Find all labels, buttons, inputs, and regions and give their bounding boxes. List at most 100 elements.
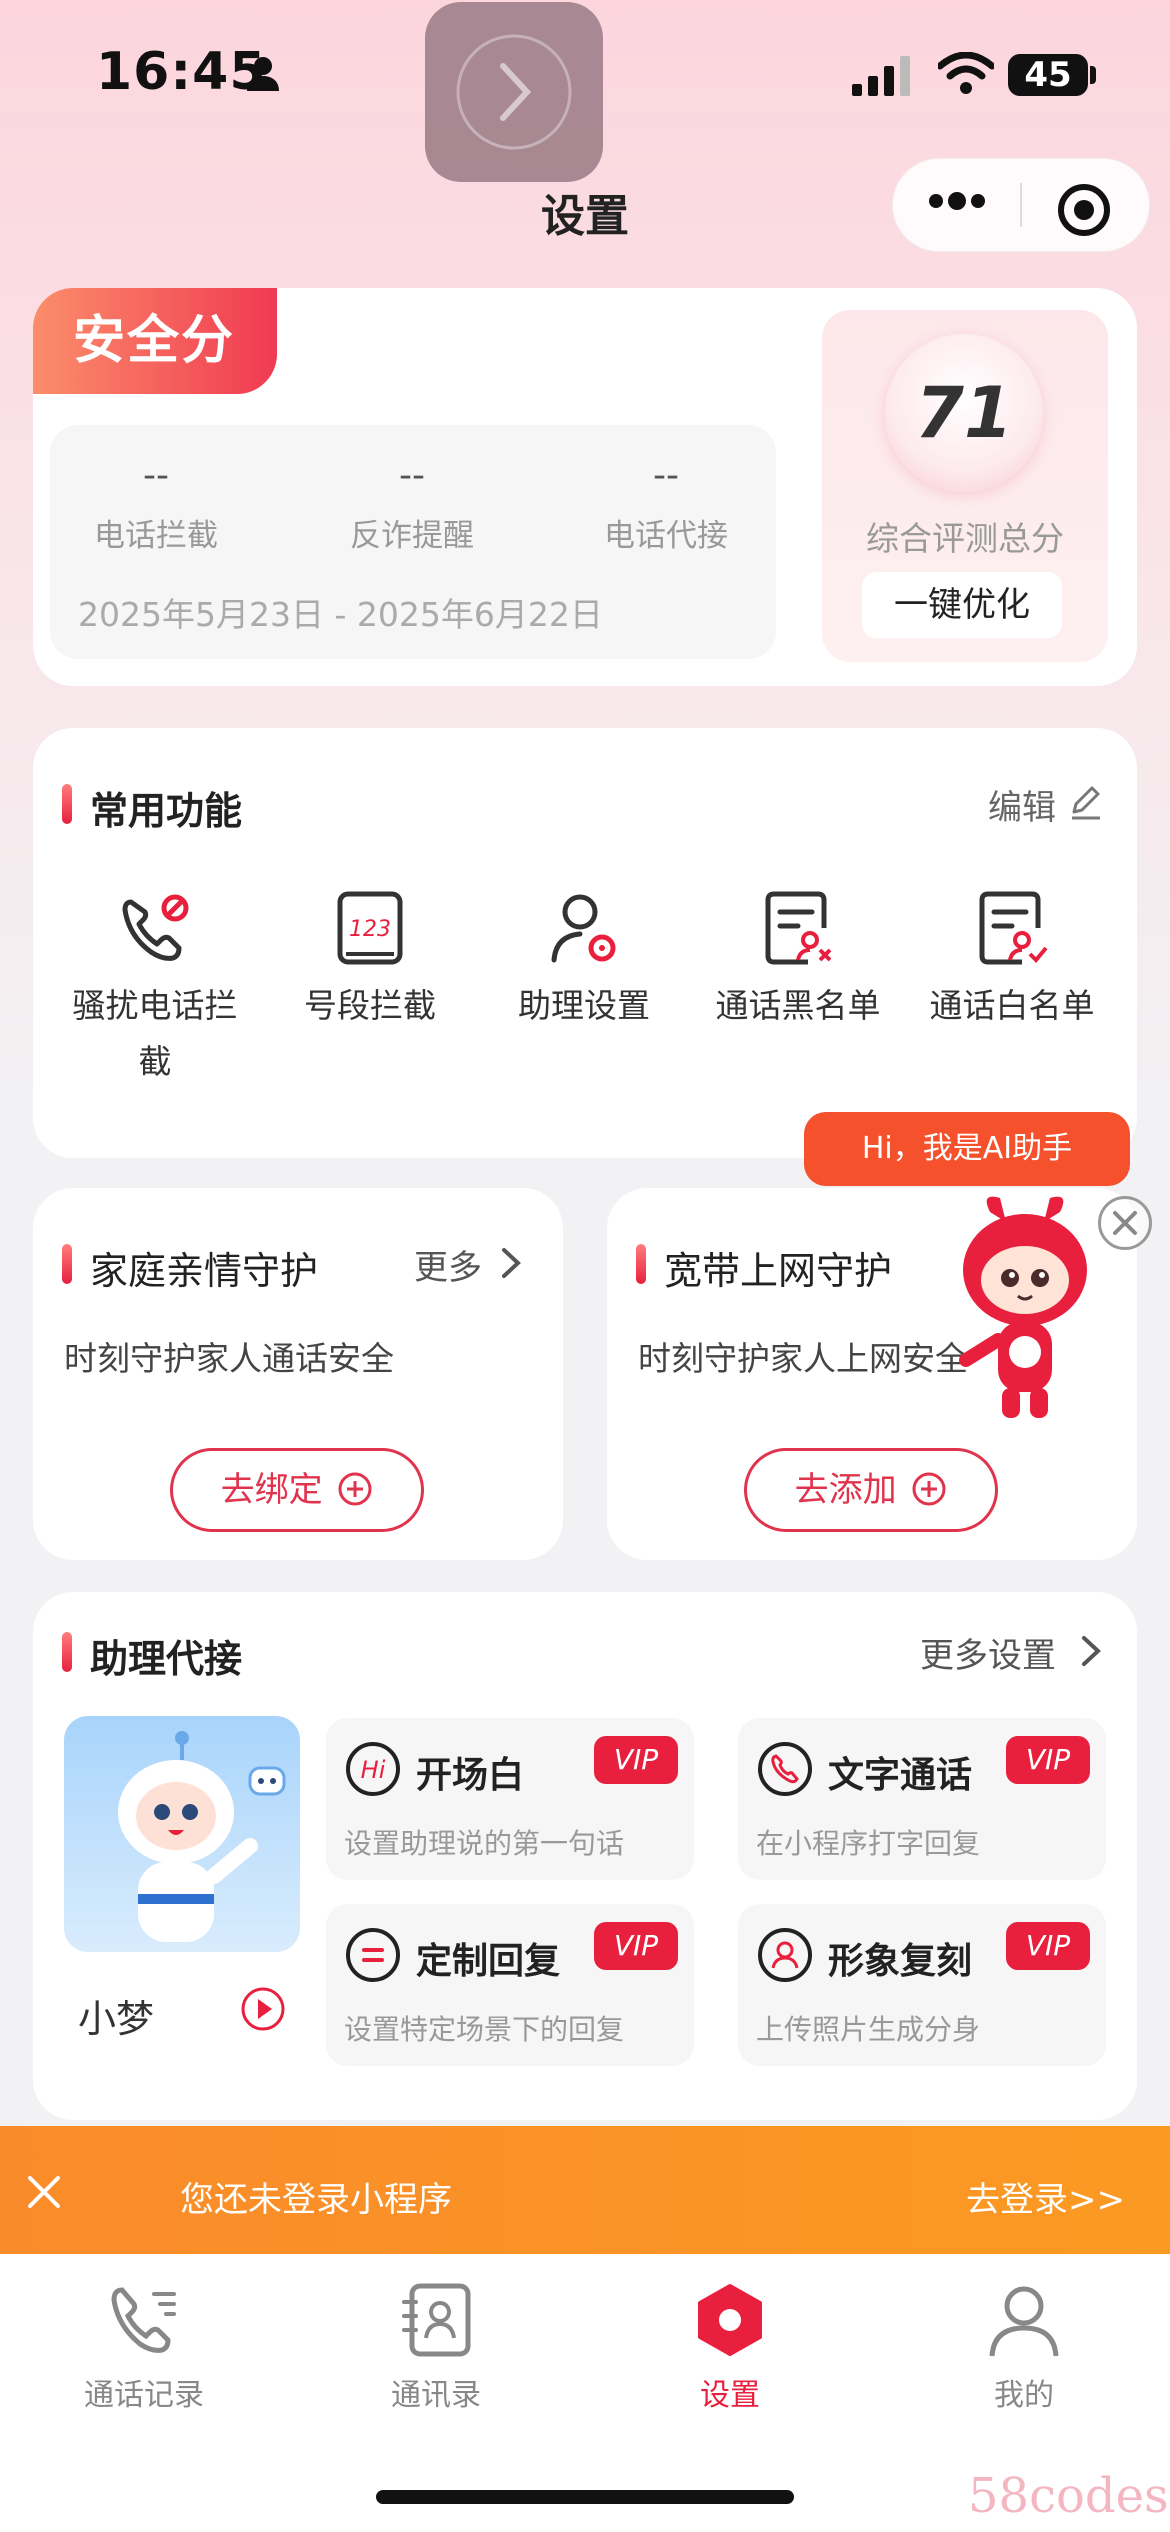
func-label: 通话白名单 (929, 986, 1095, 1025)
edit-pencil-icon[interactable] (1068, 784, 1104, 820)
person-icon (247, 57, 279, 91)
stat-value: -- (143, 455, 169, 496)
family-guard-desc: 时刻守护家人通话安全 (64, 1339, 394, 1378)
stat-label: 反诈提醒 (350, 518, 474, 554)
bind-family-button[interactable]: 去绑定 (170, 1448, 424, 1532)
wifi-icon (938, 52, 994, 94)
family-guard-title: 家庭亲情守护 (90, 1249, 319, 1293)
hi-icon: Hi (346, 1742, 400, 1796)
tab-label: 我的 (994, 2378, 1054, 2413)
broadband-guard-title: 宽带上网守护 (664, 1249, 893, 1293)
func-label: 骚扰电话拦截 (72, 986, 238, 1081)
family-more-link[interactable]: 更多 (414, 1240, 482, 1289)
feature-desc: 上传照片生成分身 (756, 2013, 981, 2046)
status-time: 16:45 (96, 42, 267, 102)
feature-avatar-clone[interactable]: 形象复刻 VIP 上传照片生成分身 (738, 1904, 1106, 2066)
tab-contacts[interactable]: 通讯录 (336, 2280, 536, 2414)
whitelist-icon (979, 891, 1048, 965)
vip-badge: VIP (1006, 1736, 1090, 1784)
svg-text:123: 123 (349, 917, 391, 942)
vip-badge: VIP (1006, 1922, 1090, 1970)
battery-nub (1090, 66, 1096, 84)
close-miniprogram-icon[interactable] (1056, 182, 1112, 238)
broadband-guard-desc: 时刻守护家人上网安全 (638, 1339, 968, 1378)
feature-desc: 设置助理说的第一句话 (344, 1827, 625, 1860)
func-assistant-settings[interactable]: 助理设置 (484, 888, 684, 1034)
phone-icon (758, 1742, 812, 1796)
func-label: 助理设置 (518, 986, 650, 1025)
stat-call-block: -- 电话拦截 (46, 455, 266, 555)
date-range: 2025年5月23日 - 2025年6月22日 (78, 595, 603, 634)
tab-label: 设置 (700, 2378, 760, 2413)
stat-value: -- (399, 455, 425, 496)
home-indicator (376, 2490, 794, 2504)
floating-nav-tile[interactable] (425, 2, 603, 182)
section-title-common: 常用功能 (90, 789, 243, 833)
func-harassment-block[interactable]: 骚扰电话拦截 (55, 888, 255, 1090)
func-blacklist[interactable]: 通话黑名单 (698, 888, 898, 1034)
section-accent-bar (62, 784, 72, 824)
chevron-right-icon[interactable] (1080, 1634, 1102, 1668)
reply-icon (346, 1928, 400, 1982)
robot-avatar-image (118, 1731, 286, 1942)
feature-desc: 在小程序打字回复 (756, 1827, 981, 1860)
settings-hexagon-icon (698, 2284, 762, 2356)
stat-call-answer: -- 电话代接 (556, 455, 776, 555)
capsule-divider (1020, 183, 1022, 227)
close-icon[interactable] (24, 2172, 64, 2212)
safety-score-badge: 安全分 (33, 288, 277, 394)
feature-desc: 设置特定场景下的回复 (344, 2013, 625, 2046)
chevron-right-icon (456, 34, 572, 150)
robot-avatar-tile[interactable] (64, 1716, 300, 1952)
tab-call-records[interactable]: 通话记录 (44, 2280, 244, 2414)
add-broadband-button[interactable]: 去添加 (744, 1448, 998, 1532)
go-login-link[interactable]: 去登录>> (966, 2172, 1125, 2221)
chevron-right-icon[interactable] (500, 1246, 522, 1280)
feature-title: 形象复刻 (828, 1941, 973, 1982)
vip-badge: VIP (594, 1736, 678, 1784)
play-circle-icon[interactable] (240, 1986, 286, 2032)
total-score-value: 71 (885, 334, 1043, 492)
section-accent-bar (62, 1244, 72, 1284)
call-records-icon (111, 2287, 176, 2353)
feature-text-call[interactable]: 文字通话 VIP 在小程序打字回复 (738, 1718, 1106, 1880)
more-dots-icon[interactable] (926, 186, 988, 216)
tab-settings[interactable]: 设置 (630, 2280, 830, 2414)
robot-name: 小梦 (78, 1997, 155, 2041)
func-whitelist[interactable]: 通话白名单 (912, 888, 1112, 1034)
section-accent-bar (636, 1244, 646, 1284)
number-range-icon: 123 (337, 891, 403, 965)
optimize-button[interactable]: 一键优化 (862, 572, 1062, 638)
tab-label: 通话记录 (84, 2378, 204, 2413)
func-number-range-block[interactable]: 123 号段拦截 (270, 888, 470, 1034)
tab-label: 通讯录 (391, 2378, 481, 2413)
login-prompt: 您还未登录小程序 (180, 2180, 452, 2220)
watermark: 58codes (968, 2468, 1169, 2524)
plus-circle-icon (912, 1472, 946, 1506)
bind-button-label: 去绑定 (220, 1470, 323, 1510)
more-settings-link[interactable]: 更多设置 (920, 1628, 1056, 1677)
edit-link[interactable]: 编辑 (988, 780, 1056, 829)
stat-value: -- (653, 455, 679, 496)
avatar-icon (758, 1928, 812, 1982)
section-title-assist: 助理代接 (90, 1637, 243, 1681)
vip-badge: VIP (594, 1922, 678, 1970)
ai-mascot-image[interactable] (950, 1192, 1100, 1442)
close-icon (1113, 1211, 1137, 1235)
func-label: 号段拦截 (304, 986, 436, 1025)
total-score-label: 综合评测总分 (866, 519, 1064, 558)
plus-circle-icon (338, 1472, 372, 1506)
add-button-label: 去添加 (794, 1470, 897, 1510)
section-accent-bar (62, 1632, 72, 1672)
stat-label: 电话代接 (604, 518, 728, 554)
battery-indicator: 45 (1008, 54, 1088, 96)
tab-mine[interactable]: 我的 (924, 2280, 1124, 2414)
close-ai-assistant-button[interactable] (1098, 1196, 1152, 1250)
signal-icon (852, 56, 910, 96)
ai-assistant-bubble[interactable]: Hi，我是AI助手 (804, 1112, 1130, 1186)
feature-custom-reply[interactable]: 定制回复 VIP 设置特定场景下的回复 (326, 1904, 694, 2066)
stat-label: 电话拦截 (94, 518, 218, 554)
feature-title: 文字通话 (828, 1755, 973, 1796)
profile-icon (989, 2286, 1059, 2357)
feature-opening-line[interactable]: Hi 开场白 VIP 设置助理说的第一句话 (326, 1718, 694, 1880)
